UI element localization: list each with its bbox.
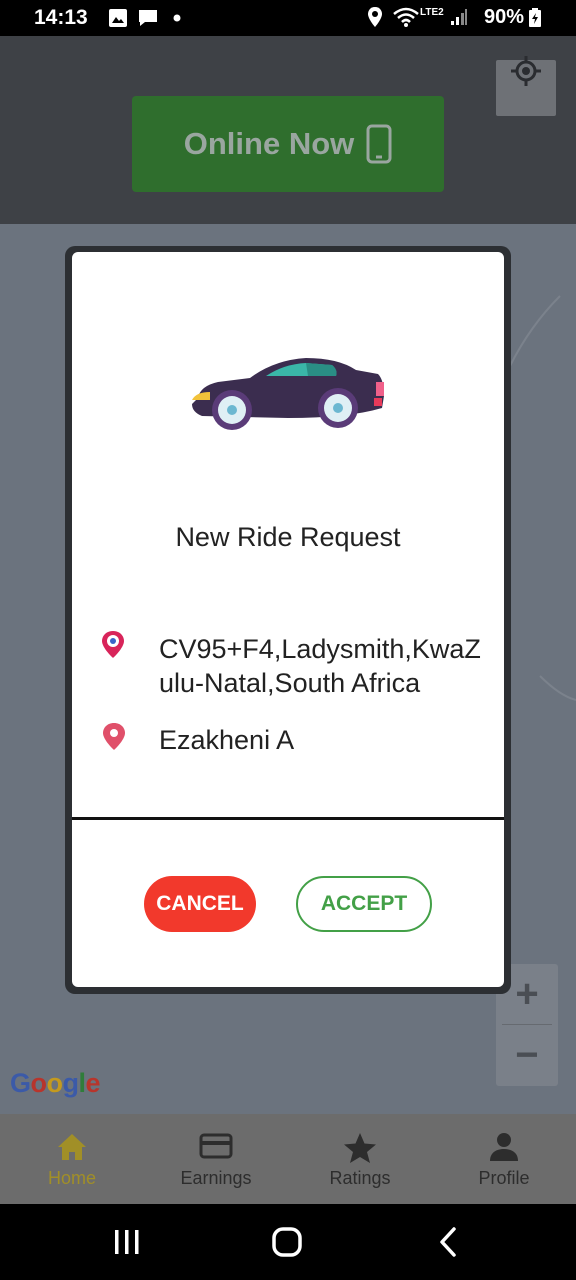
image-notification-icon: [109, 9, 127, 27]
nav-item-profile[interactable]: Profile: [432, 1114, 576, 1204]
system-nav-bar: [0, 1204, 576, 1280]
accept-button[interactable]: ACCEPT: [296, 876, 432, 932]
dialog-title: New Ride Request: [175, 522, 401, 552]
nav-item-ratings[interactable]: Ratings: [288, 1114, 432, 1204]
battery-percent: 90%: [484, 6, 525, 28]
credit-card-icon: [199, 1133, 233, 1159]
nav-label-home: Home: [47, 1168, 96, 1188]
zoom-out-button[interactable]: −: [496, 1025, 558, 1085]
recent-apps-icon[interactable]: [112, 1228, 142, 1256]
message-notification-icon: [139, 10, 157, 26]
nav-label-earnings: Earnings: [180, 1168, 252, 1188]
wifi-icon: [393, 7, 419, 27]
back-icon[interactable]: [436, 1226, 460, 1258]
nav-label-profile: Profile: [478, 1168, 530, 1188]
home-icon: [58, 1134, 86, 1160]
home-nav-icon[interactable]: [270, 1226, 304, 1258]
car-icon: [192, 358, 384, 430]
bottom-nav: Home Earnings Ratings Profile: [0, 1114, 576, 1204]
star-icon: [344, 1133, 376, 1163]
online-now-button[interactable]: Online Now: [132, 96, 444, 192]
dropoff-pin-icon: [103, 723, 125, 750]
dot-notification-icon: [173, 14, 181, 22]
status-bar: 14:13 LTE2 90%: [0, 0, 576, 36]
my-location-button[interactable]: [496, 56, 556, 116]
person-icon: [490, 1133, 518, 1161]
nav-item-earnings[interactable]: Earnings: [144, 1114, 288, 1204]
status-time: 14:13: [34, 6, 88, 29]
location-status-icon: [368, 7, 382, 27]
ride-request-dialog: New Ride Request CV95+F4,Ladysmith,KwaZu…: [72, 252, 504, 987]
dialog-divider: [72, 817, 504, 820]
battery-icon: [529, 8, 541, 27]
cancel-button[interactable]: CANCEL: [144, 876, 256, 932]
dropoff-address: Ezakheni A: [159, 725, 295, 755]
network-type: LTE2: [420, 7, 444, 18]
nav-item-home[interactable]: Home: [0, 1114, 144, 1204]
online-now-label: Online Now: [183, 126, 355, 161]
nav-label-ratings: Ratings: [329, 1168, 391, 1188]
crosshair-icon: [511, 56, 541, 86]
pickup-pin-icon: [102, 631, 124, 658]
signal-icon: [451, 9, 467, 25]
google-logo: Google: [10, 1068, 101, 1098]
phone-icon: [366, 124, 392, 164]
pickup-address: CV95+F4,Ladysmith,KwaZulu-Natal,South Af…: [159, 634, 481, 698]
